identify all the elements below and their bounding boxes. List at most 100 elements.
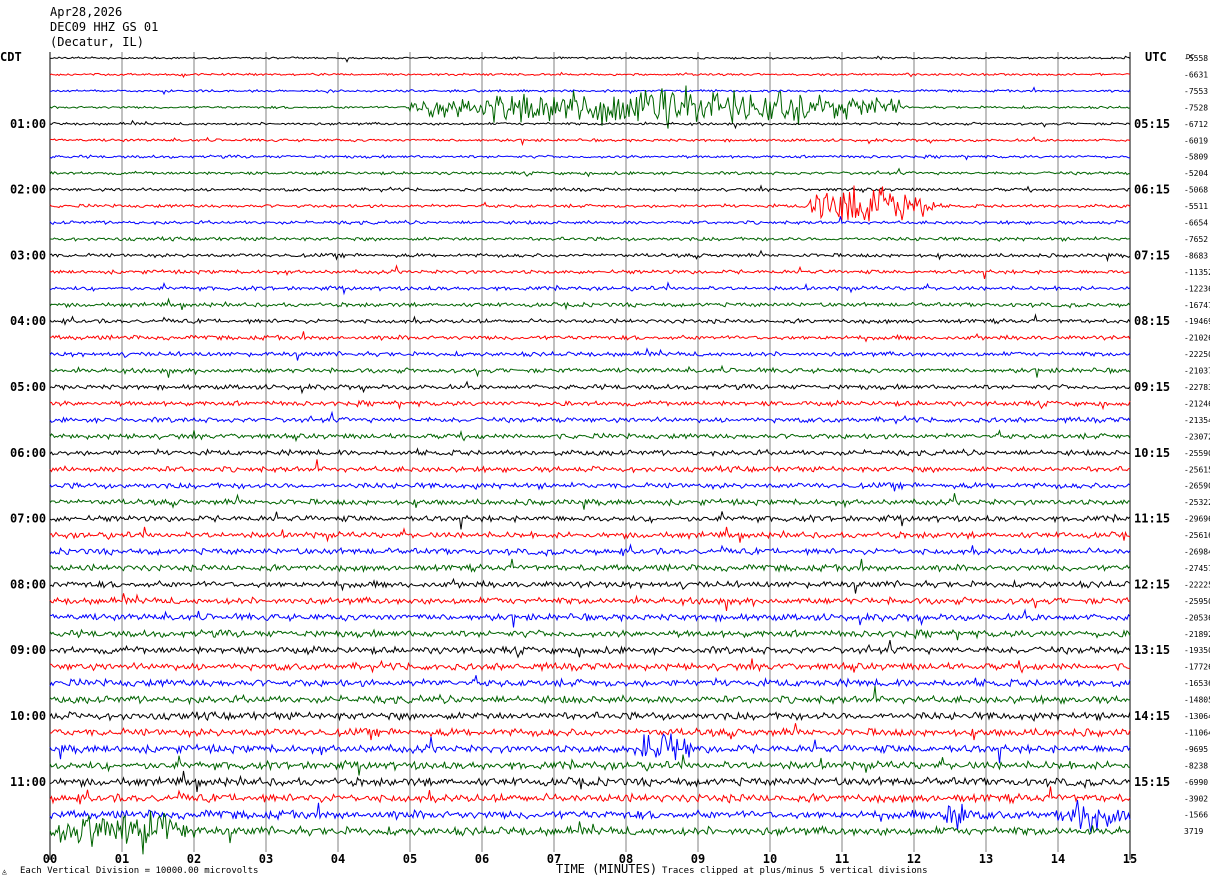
dc-offset-label: 3719 — [1184, 827, 1203, 836]
dc-offset-label: -21026 — [1184, 334, 1210, 343]
right-hour-label: 08:15 — [1134, 314, 1170, 328]
x-tick-label: 05 — [403, 852, 417, 866]
dc-offset-label: -27457 — [1184, 564, 1210, 573]
clip-note: Traces clipped at plus/minus 5 vertical … — [662, 866, 928, 876]
trace-line — [49, 380, 1131, 395]
dc-offset-label: -21892 — [1184, 630, 1210, 639]
trace-line — [49, 675, 1131, 688]
dc-offset-label: -21037 — [1184, 367, 1210, 376]
trace-line — [49, 119, 1131, 130]
right-hour-label: 12:15 — [1134, 577, 1170, 591]
dc-offset-label: -5511 — [1184, 202, 1208, 211]
dc-offset-label: -25322 — [1184, 498, 1210, 507]
trace-line — [49, 493, 1131, 510]
trace-line — [50, 86, 1131, 96]
left-hour-label: 05:00 — [10, 380, 46, 394]
trace-line — [49, 639, 1131, 659]
dc-offset-label: -12236 — [1184, 284, 1210, 293]
trace-line — [49, 543, 1131, 557]
trace-line — [49, 770, 1131, 793]
dc-offset-label: -25615 — [1184, 465, 1210, 474]
right-hour-label: 11:15 — [1134, 512, 1170, 526]
dc-offset-label: -19350 — [1184, 646, 1210, 655]
dc-offset-label: -25950 — [1184, 597, 1210, 606]
scale-note: Each Vertical Division = 10000.00 microv… — [20, 866, 259, 876]
trace-line — [49, 313, 1131, 326]
dc-offset-label: -26984 — [1184, 548, 1210, 557]
trace-line — [49, 511, 1131, 530]
dc-offset-label: -11352 — [1184, 268, 1210, 277]
left-hour-label: 10:00 — [10, 709, 46, 723]
x-tick-label: 14 — [1051, 852, 1065, 866]
trace-line — [49, 399, 1131, 411]
dc-offset-label: -6631 — [1184, 70, 1208, 79]
dc-offset-label: -21246 — [1184, 399, 1210, 408]
dc-offset-label: -25616 — [1184, 531, 1210, 540]
trace-line — [49, 364, 1131, 378]
x-axis-title: TIME (MINUTES) — [556, 862, 658, 876]
scale-icon: ◬ — [2, 867, 7, 876]
trace-line — [49, 264, 1131, 280]
left-hour-label: 03:00 — [10, 248, 46, 262]
trace-line — [49, 786, 1131, 805]
x-tick-label: 03 — [259, 852, 273, 866]
trace-line — [49, 577, 1131, 594]
trace-line — [49, 628, 1131, 641]
trace-line — [49, 526, 1131, 543]
x-tick-label: 12 — [907, 852, 921, 866]
dc-offset-label: -13064 — [1184, 712, 1210, 721]
trace-line — [49, 558, 1131, 573]
dc-offset-label: -7553 — [1184, 87, 1208, 96]
trace-line — [49, 281, 1131, 296]
trace-line — [49, 410, 1131, 425]
right-hour-label: 06:15 — [1134, 183, 1170, 197]
trace-line — [49, 799, 1131, 834]
dc-offset-label: -25590 — [1184, 449, 1210, 458]
x-tick-label: 06 — [475, 852, 489, 866]
dc-offset-label: -26590 — [1184, 482, 1210, 491]
dc-offset-label: -9695 — [1184, 745, 1208, 754]
trace-line — [49, 429, 1131, 443]
dc-offset-label: -29696 — [1184, 515, 1210, 524]
dc-offset-label: -5068 — [1184, 186, 1208, 195]
trace-line — [49, 754, 1131, 776]
dc-offset-label: -14805 — [1184, 696, 1210, 705]
dc-offset-label: -19469 — [1184, 317, 1210, 326]
left-hour-label: 06:00 — [10, 446, 46, 460]
left-hour-label: 07:00 — [10, 512, 46, 526]
trace-line — [49, 136, 1131, 147]
dc-offset-label: -8238 — [1184, 761, 1208, 770]
trace-line — [49, 723, 1131, 741]
trace-line — [49, 235, 1131, 243]
x-tick-label: 10 — [763, 852, 777, 866]
trace-line — [49, 608, 1131, 628]
x-tick-label: 04 — [331, 852, 345, 866]
x-tick-label: 15 — [1123, 852, 1137, 866]
dc-offset-label: -20536 — [1184, 613, 1210, 622]
trace-line — [49, 154, 1131, 161]
dc-offset-label: -7528 — [1184, 103, 1208, 112]
right-hour-label: 05:15 — [1134, 117, 1170, 131]
right-hour-label: 13:15 — [1134, 643, 1170, 657]
trace-line — [49, 71, 1131, 79]
dc-offset-label: -5809 — [1184, 153, 1208, 162]
x-tick-label: 11 — [835, 852, 849, 866]
right-hour-label: 07:15 — [1134, 248, 1170, 262]
dc-offset-label: -6654 — [1184, 219, 1208, 228]
trace-line — [49, 686, 1131, 706]
trace-line — [49, 459, 1131, 474]
dc-offset-label: -17726 — [1184, 663, 1210, 672]
dc-offset-label: -16747 — [1184, 301, 1210, 310]
dc-offset-label: -22225 — [1184, 580, 1210, 589]
trace-line — [49, 710, 1131, 722]
dc-offset-label: -22783 — [1184, 383, 1210, 392]
trace-line — [49, 593, 1131, 611]
dc-offset-label: -11064 — [1184, 728, 1210, 737]
trace-line — [49, 658, 1131, 674]
dc-header-label: DC — [1186, 53, 1194, 61]
left-hour-label: 02:00 — [10, 183, 46, 197]
left-hour-label: 08:00 — [10, 577, 46, 591]
dc-offset-label: -16536 — [1184, 679, 1210, 688]
helicorder-plot: 00 01 02 03 04 05 06 07 08 09 10 11 12 13 14 15-5558-66… — [10, 52, 1210, 866]
right-hour-label: 09:15 — [1134, 380, 1170, 394]
